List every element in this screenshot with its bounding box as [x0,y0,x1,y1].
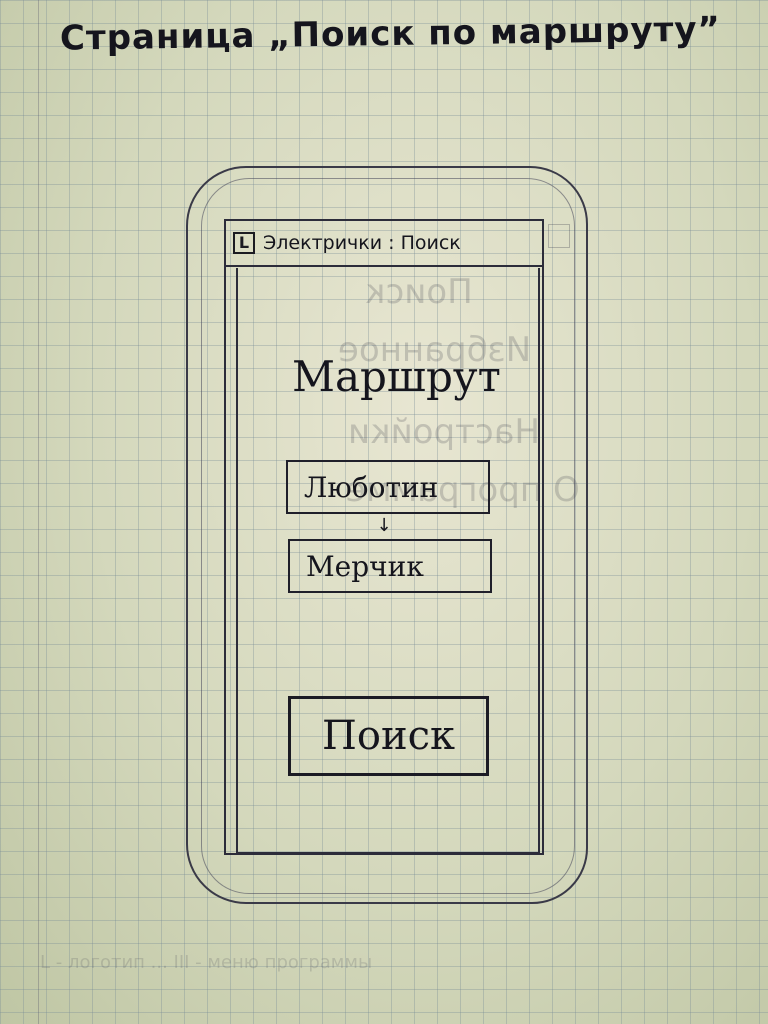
menu-icon [548,224,570,248]
to-station-field[interactable]: Мерчик [288,539,492,593]
page-title: Страница „Поиск по маршруту” [59,9,722,59]
paper-margin-line [38,0,39,1024]
ghost-menu-item: Настройки [348,412,541,452]
route-heading: Маршрут [292,352,501,401]
logo-icon: L [233,232,255,254]
faint-note: L - логотип ... III - меню программы [40,952,373,973]
app-header: L Электрички : Поиск [226,221,542,267]
arrow-down-icon: ↓ [376,515,392,536]
ghost-menu-item: Поиск [365,272,473,312]
search-button[interactable]: Поиск [288,696,489,776]
app-title: Электрички : Поиск [263,232,461,254]
from-station-field[interactable]: Люботин [286,460,490,514]
